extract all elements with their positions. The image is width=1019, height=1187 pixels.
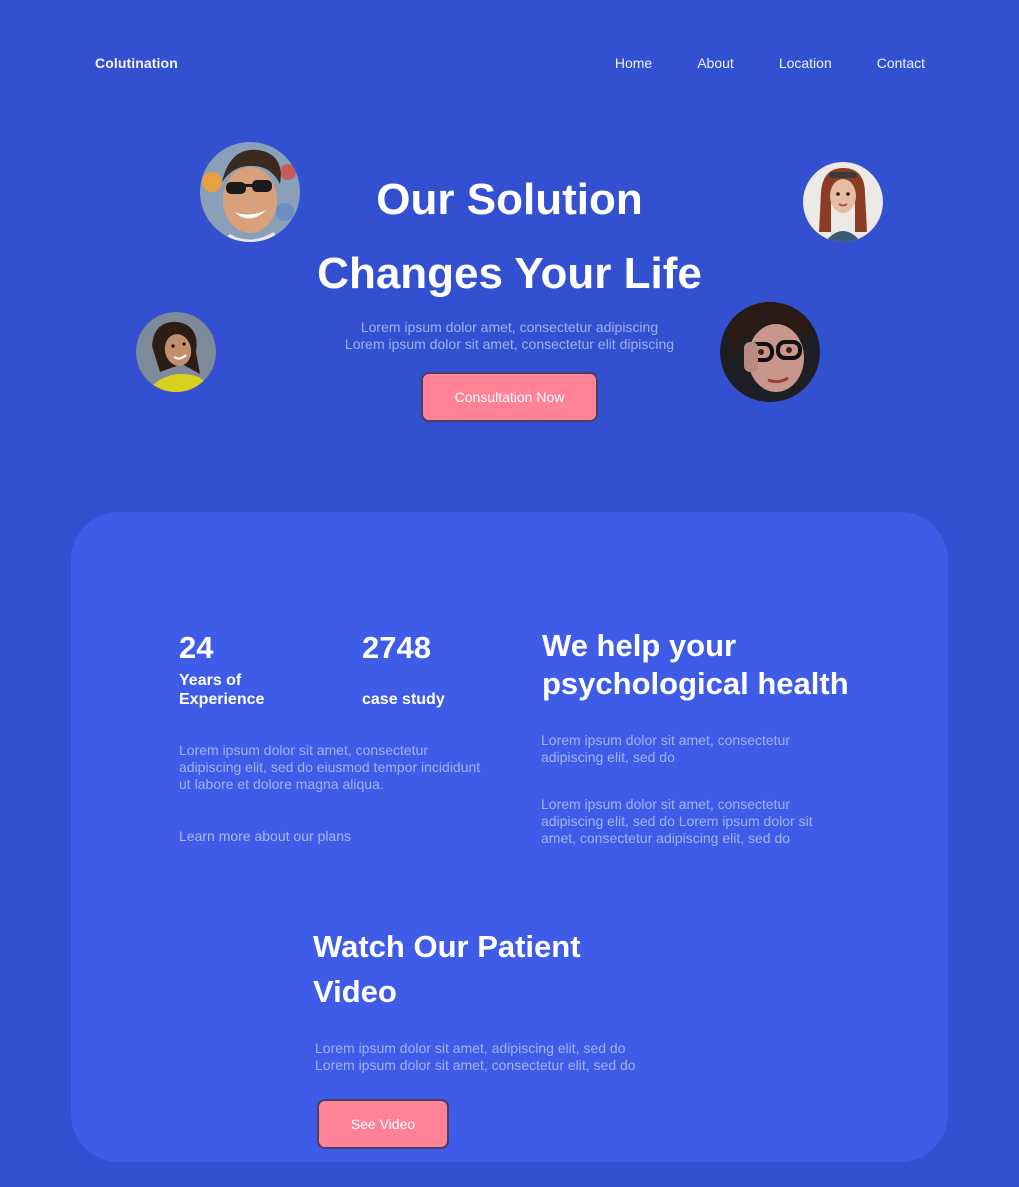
stat-years-label-line2: Experience — [179, 691, 265, 708]
hero-subtitle-line2: Lorem ipsum dolor sit amet, consectetur … — [344, 336, 675, 352]
help-paragraph-line: Lorem ipsum dolor sit amet, consectetur — [541, 796, 790, 812]
stat-years-number: 24 — [179, 630, 214, 665]
stat-years-label: Years of Experience — [179, 671, 264, 709]
help-title-line1: We help your — [542, 628, 737, 663]
stat-years-label-line1: Years of — [179, 672, 242, 689]
help-paragraph-line: amet, consectetur adipiscing elit, sed d… — [541, 830, 791, 846]
learn-more-link[interactable]: Learn more about our plans — [179, 828, 351, 844]
video-text-line: Lorem ipsum dolor sit amet, adipiscing e… — [315, 1040, 626, 1056]
nav-about[interactable]: About — [697, 55, 734, 71]
about-paragraph-line: adipiscing elit, sed do eiusmod tempor i… — [179, 759, 481, 775]
video-text-line: Lorem ipsum dolor sit amet, consectetur … — [315, 1057, 636, 1073]
brand-logo[interactable]: Colutination — [95, 55, 178, 71]
help-paragraph-line: adipiscing elit, sed do Lorem ipsum dolo… — [541, 813, 813, 829]
main-nav: Home About Location Contact — [570, 55, 925, 71]
about-paragraph: Lorem ipsum dolor sit amet, consectetur … — [179, 742, 499, 793]
stat-cases-number: 2748 — [362, 630, 431, 665]
help-title: We help your psychological health — [542, 627, 849, 703]
nav-contact[interactable]: Contact — [877, 55, 925, 71]
help-title-line2: psychological health — [542, 666, 849, 701]
video-title: Watch Our Patient Video — [313, 924, 581, 1014]
hero-title-line2: Changes Your Life — [317, 249, 702, 298]
consultation-button[interactable]: Consultation Now — [421, 372, 598, 422]
nav-location[interactable]: Location — [779, 55, 832, 71]
about-paragraph-line: ut labore et dolore magna aliqua. — [179, 776, 384, 792]
hero-title-line1: Our Solution — [376, 175, 643, 224]
help-paragraph-line: Lorem ipsum dolor sit amet, consectetur — [541, 732, 790, 748]
nav-home[interactable]: Home — [615, 55, 652, 71]
help-paragraph-2: Lorem ipsum dolor sit amet, consectetur … — [541, 796, 841, 847]
hero-subtitle-line1: Lorem ipsum dolor amet, consectetur adip… — [360, 319, 659, 335]
video-title-line2: Video — [313, 974, 397, 1009]
help-paragraph-1: Lorem ipsum dolor sit amet, consectetur … — [541, 732, 841, 766]
help-paragraph-line: adipiscing elit, sed do — [541, 749, 675, 765]
hero-subtitle: Lorem ipsum dolor amet, consectetur adip… — [0, 319, 1019, 353]
about-paragraph-line: Lorem ipsum dolor sit amet, consectetur — [179, 742, 428, 758]
stat-cases-label: case study — [362, 691, 445, 708]
video-text: Lorem ipsum dolor sit amet, adipiscing e… — [315, 1040, 655, 1074]
see-video-button[interactable]: See Video — [317, 1099, 449, 1149]
video-title-line1: Watch Our Patient — [313, 929, 581, 964]
